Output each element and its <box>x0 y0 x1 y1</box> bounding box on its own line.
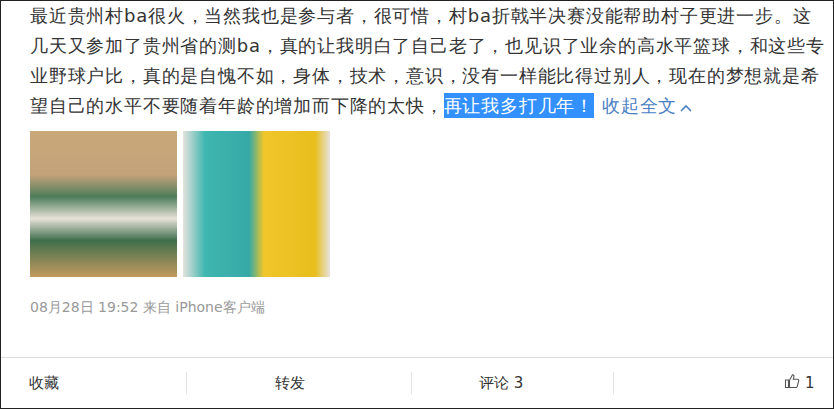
text-line: 望自己的水平不要随着年龄的增加而下降的太快，再让我多打几年！ 收起全文 <box>30 91 825 121</box>
weibo-post: 最近贵州村ba很火，当然我也是参与者，很可惜，村ba折戟半决赛没能帮助村子更进一… <box>0 0 834 409</box>
text-line: 几天又参加了贵州省的测ba，真的让我明白了自己老了，也见识了业余的高水平篮球，和… <box>30 31 825 61</box>
action-button[interactable]: 转发 <box>186 372 411 394</box>
collapse-link[interactable]: 收起全文 <box>602 91 692 121</box>
action-button[interactable]: 评论 3 <box>411 372 613 394</box>
chevron-up-icon[interactable] <box>680 91 692 121</box>
jersey-photo[interactable] <box>183 131 330 277</box>
selected-text[interactable]: 再让我多打几年！ <box>444 93 594 118</box>
action-button[interactable]: 1 <box>613 372 833 394</box>
collapse-label[interactable]: 收起全文 <box>602 91 677 121</box>
team-photo[interactable] <box>30 131 177 277</box>
text-segment: 望自己的水平不要随着年龄的增加而下降的太快， <box>30 95 444 116</box>
post-text: 最近贵州村ba很火，当然我也是参与者，很可惜，村ba折戟半决赛没能帮助村子更进一… <box>30 1 825 121</box>
action-label[interactable]: 1 <box>805 374 815 392</box>
post-meta: 08月28日 19:52 来自 iPhone客户端 <box>30 297 825 317</box>
action-label[interactable]: 转发 <box>275 374 305 393</box>
action-button[interactable]: 收藏 <box>1 372 186 394</box>
post-body: 最近贵州村ba很火，当然我也是参与者，很可惜，村ba折戟半决赛没能帮助村子更进一… <box>1 1 833 357</box>
action-label[interactable]: 收藏 <box>29 374 59 393</box>
action-bar: 收藏 转发 评论 3 1 <box>1 357 833 408</box>
text-line: 业野球户比，真的是自愧不如，身体，技术，意识，没有一样能比得过别人，现在的梦想就… <box>30 61 825 91</box>
action-label[interactable]: 评论 3 <box>479 374 523 393</box>
text-line: 最近贵州村ba很火，当然我也是参与者，很可惜，村ba折戟半决赛没能帮助村子更进一… <box>30 1 825 31</box>
photo-row <box>30 131 825 277</box>
thumbs-up-icon[interactable] <box>784 373 800 393</box>
